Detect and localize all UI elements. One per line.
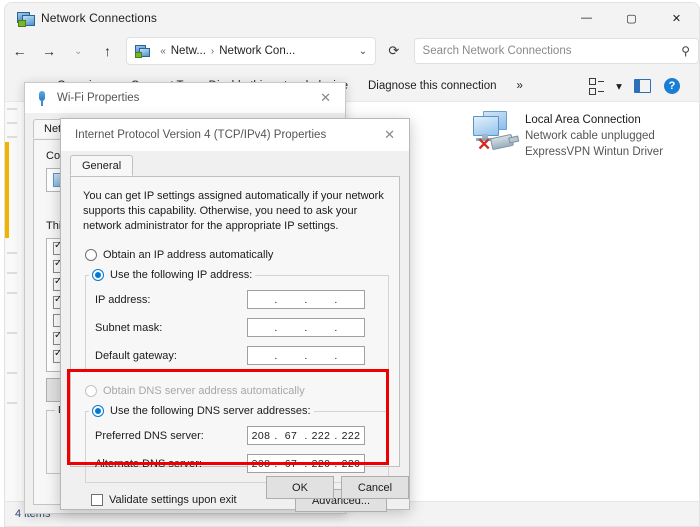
octet: 222 — [341, 429, 361, 442]
window-title: Network Connections — [41, 11, 157, 25]
octet: 220 — [311, 457, 331, 470]
octet: 220 — [341, 457, 361, 470]
connection-driver: ExpressVPN Wintun Driver — [525, 146, 664, 158]
maximize-button[interactable]: ▢ — [609, 3, 654, 33]
list-item-text: Local Area Connection Network cable unpl… — [525, 110, 663, 160]
ipv4-dialog-title: Internet Protocol Version 4 (TCP/IPv4) P… — [75, 129, 327, 141]
screenshot-root: Network Connections — ▢ ✕ ← → ⌄ ↑ « Netw… — [0, 0, 700, 527]
forward-button[interactable]: → — [34, 36, 63, 66]
ipv4-dialog-body: General You can get IP settings assigned… — [61, 151, 409, 512]
toolbar-overflow[interactable]: » — [507, 80, 533, 92]
red-x-icon: ✕ — [477, 135, 492, 154]
preview-pane-icon[interactable] — [627, 74, 657, 98]
radio-obtain-dns-automatically[interactable]: Obtain DNS server address automatically — [85, 385, 305, 397]
radio-label: Obtain an IP address automatically — [103, 249, 274, 261]
wifi-properties-icon — [37, 90, 47, 106]
view-options-icon[interactable] — [581, 74, 611, 98]
ipv4-tabstrip: General — [70, 155, 134, 177]
wifi-dialog-title: Wi-Fi Properties — [57, 92, 140, 104]
ipv4-dialog-titlebar: Internet Protocol Version 4 (TCP/IPv4) P… — [61, 119, 409, 151]
cancel-button[interactable]: Cancel — [341, 476, 409, 499]
validate-settings-checkbox[interactable]: Validate settings upon exit — [91, 494, 237, 506]
radio-icon — [92, 405, 104, 417]
ip-address-label: IP address: — [95, 294, 151, 306]
toolbar-diagnose-connection[interactable]: Diagnose this connection — [358, 80, 507, 92]
connections-list: ✕ Local Area Connection Network cable un… — [465, 104, 699, 166]
alternate-dns-input[interactable]: 208. 67. 220. 220 — [247, 454, 365, 473]
ipv4-properties-dialog: Internet Protocol Version 4 (TCP/IPv4) P… — [60, 118, 410, 512]
window-titlebar: Network Connections — ▢ ✕ — [5, 3, 699, 33]
minimize-button[interactable]: — — [564, 3, 609, 33]
radio-use-following-ip[interactable]: Use the following IP address: — [89, 269, 256, 281]
subnet-mask-label: Subnet mask: — [95, 322, 163, 334]
connection-status: Network cable unplugged — [525, 130, 655, 142]
radio-label: Obtain DNS server address automatically — [103, 385, 305, 397]
search-icon: ⚲ — [681, 44, 691, 58]
octet: 67 — [284, 457, 298, 470]
wifi-dialog-titlebar: Wi-Fi Properties ✕ — [25, 83, 345, 114]
octet: 208 — [251, 429, 271, 442]
wifi-dialog-close-icon[interactable]: ✕ — [320, 90, 331, 106]
breadcrumb-separator: › — [210, 45, 215, 57]
radio-icon — [92, 269, 104, 281]
breadcrumb-network[interactable]: Netw... — [171, 45, 206, 57]
alternate-dns-label: Alternate DNS server: — [95, 458, 202, 470]
checkbox-label: Validate settings upon exit — [109, 494, 237, 506]
window-controls: — ▢ ✕ — [564, 3, 699, 33]
search-box[interactable]: Search Network Connections ⚲ — [413, 38, 699, 64]
ipv4-panel: You can get IP settings assigned automat… — [70, 176, 400, 512]
help-icon[interactable]: ? — [657, 74, 687, 98]
recent-locations-icon[interactable]: ⌄ — [64, 36, 93, 66]
subnet-mask-input[interactable]: ... — [247, 318, 365, 337]
preferred-dns-label: Preferred DNS server: — [95, 430, 204, 442]
octet: 208 — [251, 457, 271, 470]
address-bar[interactable]: « Netw... › Network Con... ⌄ — [126, 37, 377, 65]
default-gateway-input[interactable]: ... — [247, 346, 365, 365]
list-item[interactable]: ✕ Local Area Connection Network cable un… — [465, 104, 699, 166]
up-button[interactable]: ↑ — [93, 36, 122, 66]
ok-button[interactable]: OK — [266, 476, 334, 499]
close-button[interactable]: ✕ — [654, 3, 699, 33]
breadcrumb-network-connections[interactable]: Network Con... — [219, 45, 295, 57]
ipv4-dialog-close-icon[interactable]: ✕ — [384, 127, 395, 143]
address-chevron: « — [160, 45, 166, 57]
search-input[interactable]: Search Network Connections — [423, 45, 682, 57]
radio-icon — [85, 385, 97, 397]
toolbar-right-group: ▾ ? — [581, 74, 699, 98]
radio-label: Use the following DNS server addresses: — [110, 405, 311, 417]
chevron-down-icon[interactable]: ⌄ — [359, 46, 367, 57]
ip-address-input[interactable]: ... — [247, 290, 365, 309]
back-button[interactable]: ← — [5, 36, 34, 66]
view-options-caret[interactable]: ▾ — [611, 74, 627, 98]
network-adapter-disconnected-icon: ✕ — [469, 110, 519, 156]
network-connections-icon — [17, 10, 35, 27]
radio-label: Use the following IP address: — [110, 269, 253, 281]
help-glyph: ? — [664, 78, 680, 94]
checkbox-icon — [91, 494, 103, 506]
intro-text: You can get IP settings assigned automat… — [83, 190, 384, 232]
default-gateway-label: Default gateway: — [95, 350, 177, 362]
connection-name: Local Area Connection — [525, 114, 641, 126]
refresh-button[interactable]: ⟳ — [380, 38, 407, 64]
tab-general[interactable]: General — [70, 155, 134, 176]
octet: 67 — [284, 429, 298, 442]
address-network-icon — [135, 44, 151, 58]
navigation-bar: ← → ⌄ ↑ « Netw... › Network Con... ⌄ ⟳ S… — [5, 33, 699, 69]
preferred-dns-input[interactable]: 208. 67. 222. 222 — [247, 426, 365, 445]
octet: 222 — [311, 429, 331, 442]
radio-obtain-ip-automatically[interactable]: Obtain an IP address automatically — [85, 249, 273, 261]
radio-use-following-dns[interactable]: Use the following DNS server addresses: — [89, 405, 314, 417]
navigation-pane — [5, 102, 19, 502]
radio-icon — [85, 249, 97, 261]
